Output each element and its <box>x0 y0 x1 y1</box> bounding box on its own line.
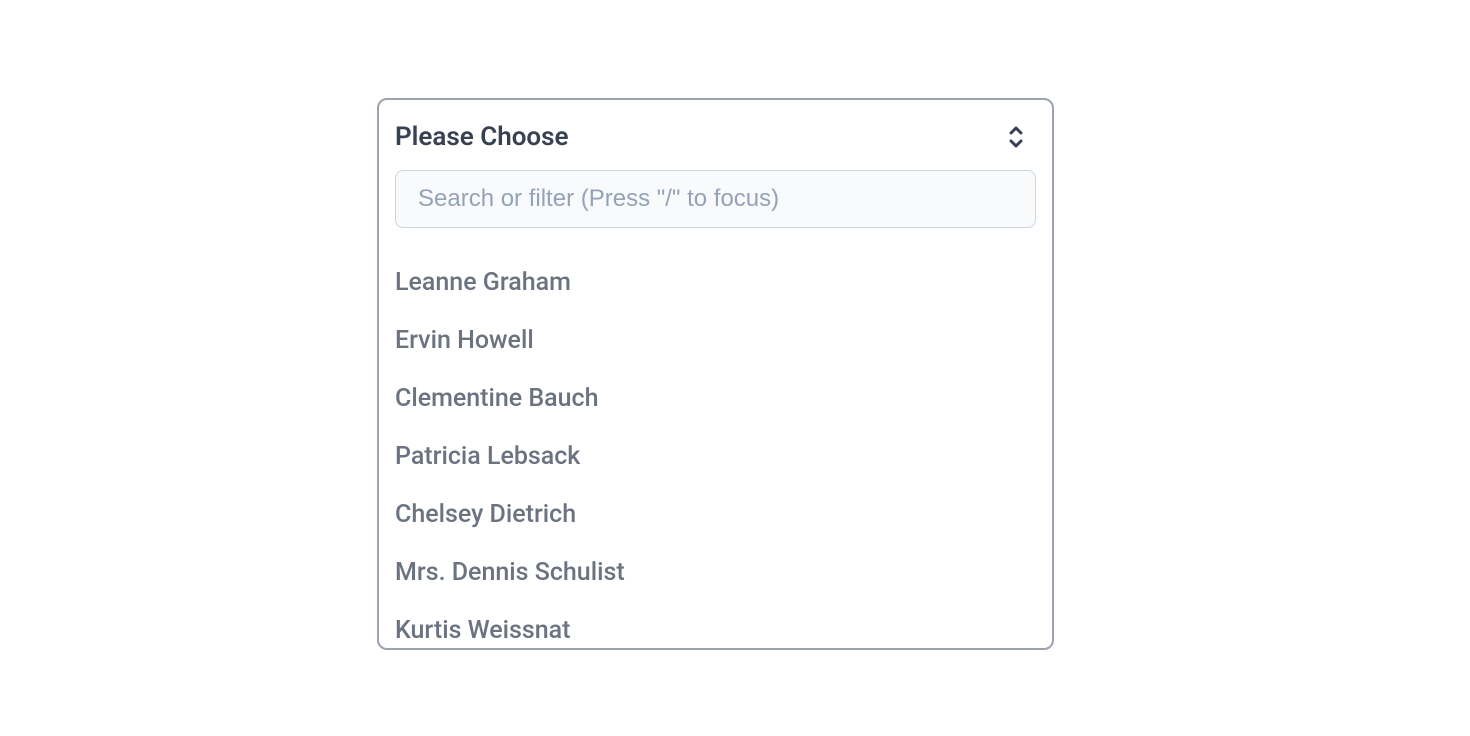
option-item[interactable]: Leanne Graham <box>379 254 1052 312</box>
dropdown-label: Please Choose <box>395 122 569 152</box>
option-item[interactable]: Patricia Lebsack <box>379 428 1052 486</box>
select-icon <box>1006 124 1026 150</box>
options-list: Leanne Graham Ervin Howell Clementine Ba… <box>379 246 1052 650</box>
dropdown-header[interactable]: Please Choose <box>379 100 1052 170</box>
dropdown-select[interactable]: Please Choose Leanne Graham Ervin Howell… <box>377 98 1054 650</box>
option-item[interactable]: Chelsey Dietrich <box>379 486 1052 544</box>
option-item[interactable]: Mrs. Dennis Schulist <box>379 544 1052 602</box>
option-item[interactable]: Clementine Bauch <box>379 370 1052 428</box>
search-wrapper <box>379 170 1052 246</box>
option-item[interactable]: Kurtis Weissnat <box>379 602 1052 650</box>
option-item[interactable]: Ervin Howell <box>379 312 1052 370</box>
search-input[interactable] <box>395 170 1036 228</box>
